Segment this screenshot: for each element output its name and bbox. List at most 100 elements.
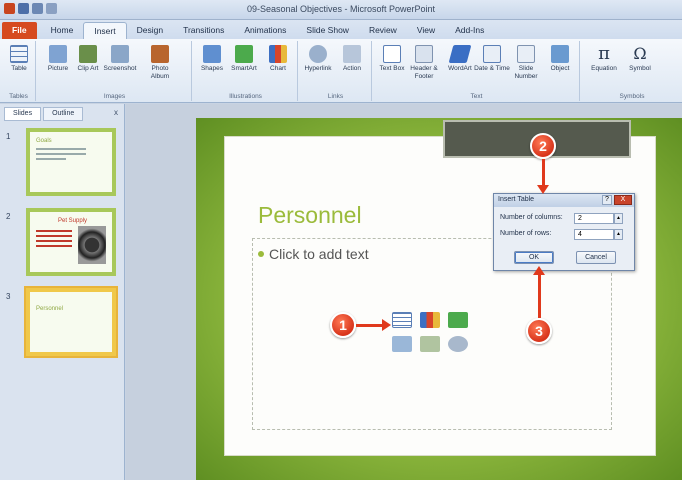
group-label-tables: Tables bbox=[9, 93, 28, 100]
object-icon bbox=[551, 45, 569, 63]
equation-icon: π bbox=[598, 43, 610, 64]
group-label-images: Images bbox=[103, 93, 126, 100]
arrow-step-2 bbox=[542, 159, 545, 186]
wordart-icon bbox=[448, 45, 472, 63]
hyperlink-icon bbox=[309, 45, 327, 63]
rows-input[interactable]: 4 bbox=[574, 229, 614, 240]
tab-outline[interactable]: Outline bbox=[43, 107, 84, 121]
slide-number-1: 1 bbox=[6, 132, 11, 141]
thumb-title: Personnel bbox=[36, 306, 64, 312]
tab-animations[interactable]: Animations bbox=[234, 22, 296, 39]
screenshot-icon bbox=[111, 45, 129, 63]
chart-button[interactable]: Chart bbox=[260, 45, 296, 73]
action-icon bbox=[343, 45, 361, 63]
text-box-button[interactable]: Text Box bbox=[374, 45, 410, 73]
rows-spinner[interactable]: ▲ bbox=[614, 229, 623, 240]
content-icons bbox=[392, 312, 472, 362]
arrow-head-step-3 bbox=[533, 266, 545, 275]
photo-album-icon bbox=[151, 45, 169, 63]
group-label-links: Links bbox=[327, 93, 344, 100]
cancel-button[interactable]: Cancel bbox=[576, 251, 616, 264]
columns-label: Number of columns: bbox=[500, 214, 563, 221]
group-label-text: Text bbox=[470, 93, 483, 100]
screenshot-button[interactable]: Screenshot bbox=[102, 45, 138, 73]
photo-album-button[interactable]: Photo Album bbox=[142, 45, 178, 81]
table-button[interactable]: Table bbox=[1, 45, 37, 73]
arrow-step-1 bbox=[356, 324, 383, 327]
insert-media-icon[interactable] bbox=[448, 336, 468, 352]
shapes-icon bbox=[203, 45, 221, 63]
equation-button[interactable]: π Equation bbox=[586, 45, 622, 73]
insert-table-dialog: Insert Table ? X Number of columns: 2 ▲ … bbox=[493, 193, 635, 271]
tab-slides[interactable]: Slides bbox=[4, 107, 42, 121]
picture-icon bbox=[49, 45, 67, 63]
insert-smartart-icon[interactable] bbox=[448, 312, 468, 328]
pane-close-button[interactable]: x bbox=[114, 108, 118, 117]
header-footer-button[interactable]: Header & Footer bbox=[406, 45, 442, 81]
insert-chart-icon[interactable] bbox=[420, 312, 440, 328]
callout-step-3: 3 bbox=[526, 318, 552, 344]
group-label-symbols: Symbols bbox=[619, 93, 645, 100]
clip-art-icon bbox=[79, 45, 97, 63]
slide-thumbnail-1[interactable]: Goals bbox=[26, 128, 116, 196]
wordart-button[interactable]: WordArt bbox=[442, 45, 478, 73]
placeholder-text[interactable]: Click to add text bbox=[258, 246, 369, 262]
tab-design[interactable]: Design bbox=[127, 22, 173, 39]
tab-transitions[interactable]: Transitions bbox=[173, 22, 234, 39]
thumb-title: Goals bbox=[36, 138, 52, 144]
title-bar: 09-Seasonal Objectives - Microsoft Power… bbox=[0, 0, 682, 20]
slide-title[interactable]: Personnel bbox=[258, 202, 362, 229]
slide-thumbnail-3[interactable]: Personnel bbox=[26, 288, 116, 356]
ok-button[interactable]: OK bbox=[514, 251, 554, 264]
tab-add-ins[interactable]: Add-Ins bbox=[445, 22, 494, 39]
tab-file[interactable]: File bbox=[2, 22, 37, 39]
slides-pane: Slides Outline x 1 Goals 2 Pet Supply 3 … bbox=[0, 104, 125, 480]
pane-tabs: Slides Outline bbox=[4, 107, 84, 121]
date-time-icon bbox=[483, 45, 501, 63]
smartart-button[interactable]: SmartArt bbox=[226, 45, 262, 73]
text-box-icon bbox=[383, 45, 401, 63]
callout-step-2: 2 bbox=[530, 133, 556, 159]
thumb-title: Pet Supply bbox=[58, 218, 88, 224]
arrow-head-step-1 bbox=[382, 319, 391, 331]
slide-thumbnail-2[interactable]: Pet Supply bbox=[26, 208, 116, 276]
hyperlink-button[interactable]: Hyperlink bbox=[300, 45, 336, 73]
thumb-lines bbox=[36, 148, 86, 163]
group-tables: Table Tables bbox=[2, 41, 36, 101]
dialog-title: Insert Table bbox=[494, 194, 634, 207]
thumb-photo bbox=[78, 226, 106, 264]
slide-number-button[interactable]: Slide Number bbox=[508, 45, 544, 81]
date-time-button[interactable]: Date & Time bbox=[474, 45, 510, 73]
shapes-button[interactable]: Shapes bbox=[194, 45, 230, 73]
arrow-step-3 bbox=[538, 274, 541, 318]
insert-table-icon[interactable] bbox=[392, 312, 412, 328]
group-symbols: π Equation Ω Symbol Symbols bbox=[582, 41, 682, 101]
tab-review[interactable]: Review bbox=[359, 22, 407, 39]
tab-view[interactable]: View bbox=[407, 22, 445, 39]
group-images: Picture Clip Art Screenshot Photo Album … bbox=[38, 41, 192, 101]
chart-icon bbox=[269, 45, 287, 63]
group-text: Text Box Header & Footer WordArt Date & … bbox=[374, 41, 580, 101]
slide-number-3: 3 bbox=[6, 292, 11, 301]
columns-input[interactable]: 2 bbox=[574, 213, 614, 224]
action-button[interactable]: Action bbox=[334, 45, 370, 73]
table-icon bbox=[10, 45, 28, 63]
bullet-icon bbox=[258, 251, 264, 257]
smartart-icon bbox=[235, 45, 253, 63]
group-links: Hyperlink Action Links bbox=[300, 41, 372, 101]
clip-art-button[interactable]: Clip Art bbox=[70, 45, 106, 73]
group-illustrations: Shapes SmartArt Chart Illustrations bbox=[194, 41, 298, 101]
tab-insert[interactable]: Insert bbox=[83, 22, 127, 39]
close-button[interactable]: X bbox=[614, 195, 632, 205]
object-button[interactable]: Object bbox=[542, 45, 578, 73]
rows-label: Number of rows: bbox=[500, 230, 552, 237]
tab-slide-show[interactable]: Slide Show bbox=[296, 22, 359, 39]
ribbon-tabs: File Home Insert Design Transitions Anim… bbox=[0, 20, 682, 39]
columns-spinner[interactable]: ▲ bbox=[614, 213, 623, 224]
symbol-button[interactable]: Ω Symbol bbox=[622, 45, 658, 73]
header-footer-icon bbox=[415, 45, 433, 63]
tab-home[interactable]: Home bbox=[41, 22, 84, 39]
insert-clip-art-icon[interactable] bbox=[420, 336, 440, 352]
insert-picture-icon[interactable] bbox=[392, 336, 412, 352]
help-button[interactable]: ? bbox=[602, 195, 612, 205]
